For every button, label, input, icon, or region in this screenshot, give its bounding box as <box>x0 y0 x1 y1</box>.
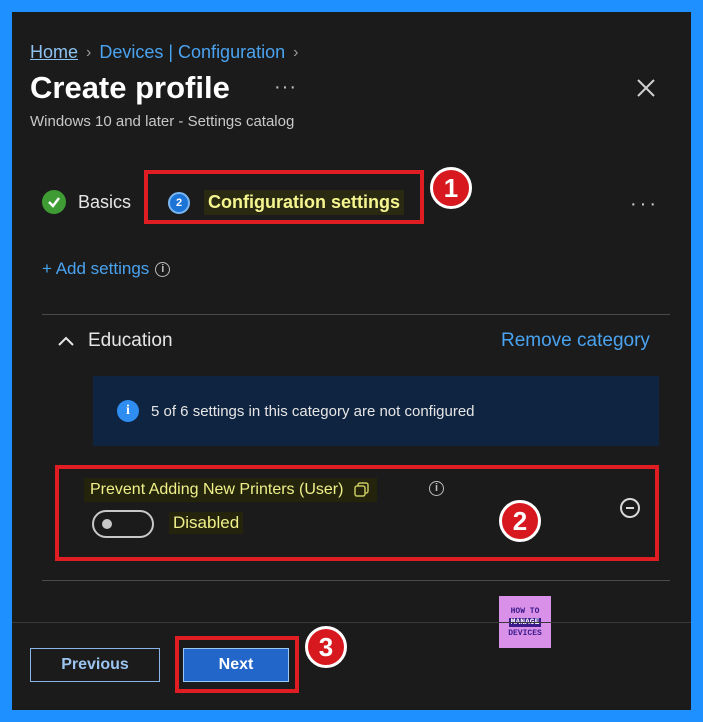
wizard-step-label: Basics <box>78 191 132 212</box>
annotation-badge-3: 3 <box>305 626 347 668</box>
category-name: Education <box>88 330 173 351</box>
logo-line-3: DEVICES <box>508 628 542 638</box>
add-settings-link[interactable]: + Add settings i <box>42 259 171 279</box>
info-banner-text: 5 of 6 settings in this category are not… <box>151 402 475 420</box>
close-button[interactable] <box>634 76 658 100</box>
remove-category-link[interactable]: Remove category <box>501 330 650 352</box>
annotation-badge-1: 1 <box>430 167 472 209</box>
check-circle-icon <box>42 190 66 214</box>
divider <box>42 314 670 315</box>
info-icon[interactable]: i <box>155 261 171 277</box>
page-title: Create profile <box>30 70 230 105</box>
breadcrumb-separator: › <box>86 43 92 61</box>
category-info-banner: i 5 of 6 settings in this category are n… <box>93 376 659 446</box>
wizard-step-basics[interactable]: Basics <box>42 190 131 214</box>
footer-divider <box>12 622 691 623</box>
breadcrumb-devices-link[interactable]: Devices | Configuration <box>99 42 285 63</box>
create-profile-panel: Home › Devices | Configuration › Create … <box>12 12 691 710</box>
annotation-badge-2: 2 <box>499 500 541 542</box>
divider <box>42 580 670 581</box>
logo-line-1: HOW TO <box>510 606 540 616</box>
page-subtitle: Windows 10 and later - Settings catalog <box>30 113 295 130</box>
wizard-more-options-button[interactable]: ··· <box>630 193 659 216</box>
highlight-box-setting <box>55 465 659 561</box>
breadcrumb-separator: › <box>293 43 299 61</box>
category-header-education[interactable]: Education <box>58 330 173 352</box>
highlight-box-configuration-settings <box>144 170 424 224</box>
add-settings-label: + Add settings <box>42 259 150 278</box>
previous-button[interactable]: Previous <box>30 648 160 682</box>
chevron-up-icon <box>58 336 74 346</box>
breadcrumb: Home › Devices | Configuration › <box>30 42 298 63</box>
info-filled-icon: i <box>117 400 139 422</box>
breadcrumb-home-link[interactable]: Home <box>30 42 78 63</box>
highlight-box-next <box>175 636 299 693</box>
title-more-options-button[interactable]: ··· <box>274 76 297 99</box>
close-icon <box>637 79 655 97</box>
